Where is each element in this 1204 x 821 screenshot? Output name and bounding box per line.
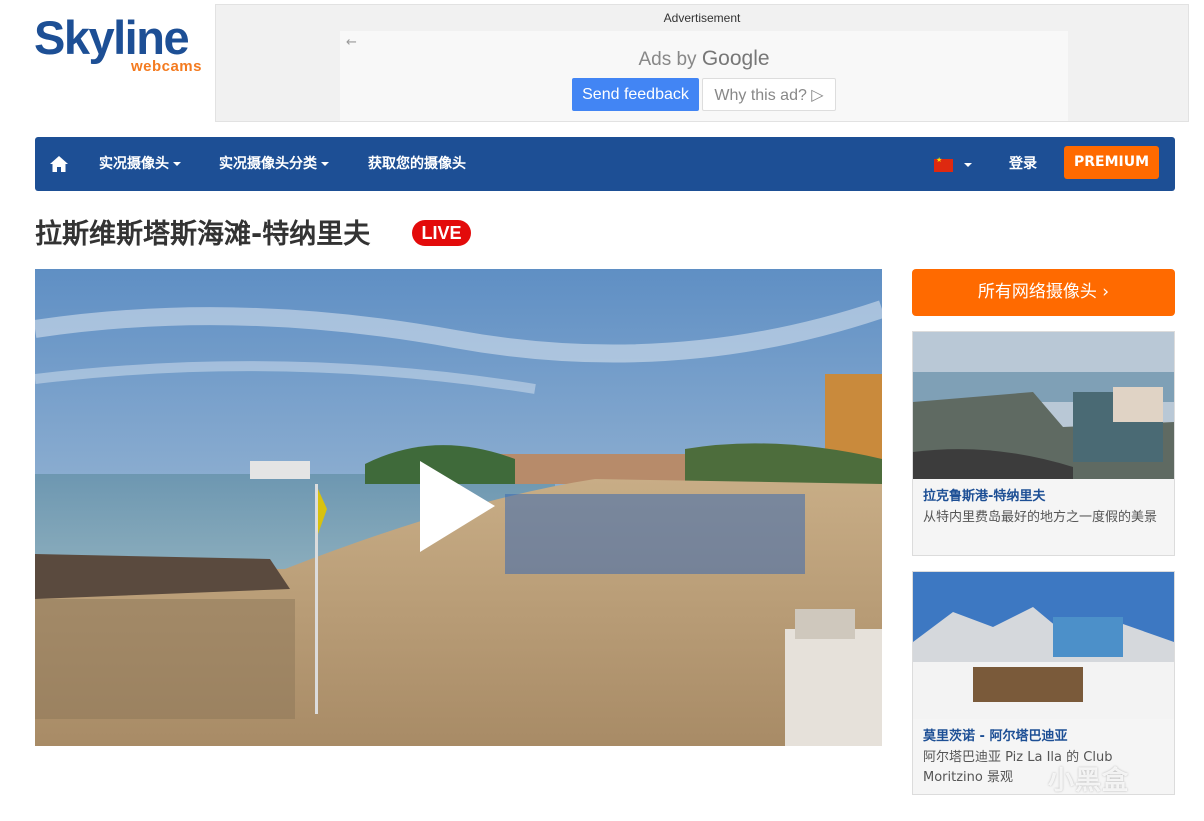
- nav-get-webcam[interactable]: 获取您的摄像头: [368, 137, 466, 191]
- card-title: 拉克鲁斯港-特纳里夫: [923, 489, 1046, 504]
- ad-label: Advertisement: [663, 11, 741, 25]
- home-icon[interactable]: [50, 156, 68, 172]
- all-webcams-button[interactable]: 所有网络摄像头 ›: [912, 269, 1175, 316]
- main-navbar: 实况摄像头 实况摄像头分类 获取您的摄像头 登录 PREMIUM: [35, 137, 1175, 191]
- nav-categories[interactable]: 实况摄像头分类: [219, 137, 329, 191]
- caret-down-icon[interactable]: [964, 163, 972, 167]
- send-feedback-button[interactable]: Send feedback: [572, 78, 699, 111]
- webcam-frame: [35, 269, 882, 746]
- webcam-video-player[interactable]: [35, 269, 882, 746]
- nav-live-cams[interactable]: 实况摄像头: [99, 137, 181, 191]
- ad-banner: Advertisement ← Ads by Google Send feedb…: [215, 4, 1189, 122]
- why-this-ad-button[interactable]: Why this ad? ▷: [702, 78, 836, 111]
- card-title: 莫里茨诺 - 阿尔塔巴迪亚: [923, 729, 1068, 744]
- ad-content: ← Ads by Google Send feedback Why this a…: [340, 31, 1068, 121]
- caret-down-icon: [173, 162, 181, 166]
- nav-categories-label: 实况摄像头分类: [219, 156, 317, 172]
- site-logo[interactable]: Skyline webcams: [34, 14, 206, 76]
- card-description: 从特内里费岛最好的地方之一度假的美景: [923, 510, 1158, 525]
- nav-live-cams-label: 实况摄像头: [99, 156, 169, 172]
- google-text: Google: [701, 47, 770, 70]
- watermark: 小黑盒: [1048, 766, 1130, 796]
- login-link[interactable]: 登录: [1009, 137, 1037, 191]
- webcam-card[interactable]: 拉克鲁斯港-特纳里夫 从特内里费岛最好的地方之一度假的美景: [912, 331, 1175, 556]
- webcam-card[interactable]: 莫里茨诺 - 阿尔塔巴迪亚 阿尔塔巴迪亚 Piz La Ila 的 Club M…: [912, 571, 1175, 795]
- premium-button[interactable]: PREMIUM: [1064, 146, 1159, 179]
- card-description: 阿尔塔巴迪亚 Piz La Ila 的 Club Moritzino 景观: [923, 750, 1113, 785]
- china-flag-icon[interactable]: [934, 156, 953, 172]
- logo-text: Skyline: [34, 11, 190, 64]
- webcam-thumbnail: [913, 572, 1174, 719]
- ads-by-google: Ads by Google: [340, 47, 1068, 71]
- webcam-thumbnail: [913, 332, 1174, 479]
- caret-down-icon: [321, 162, 329, 166]
- page-title: 拉斯维斯塔斯海滩-特纳里夫: [35, 219, 371, 250]
- ads-by-text: Ads by: [638, 49, 697, 70]
- live-badge: LIVE: [412, 220, 471, 246]
- logo-subtext: webcams: [130, 58, 202, 75]
